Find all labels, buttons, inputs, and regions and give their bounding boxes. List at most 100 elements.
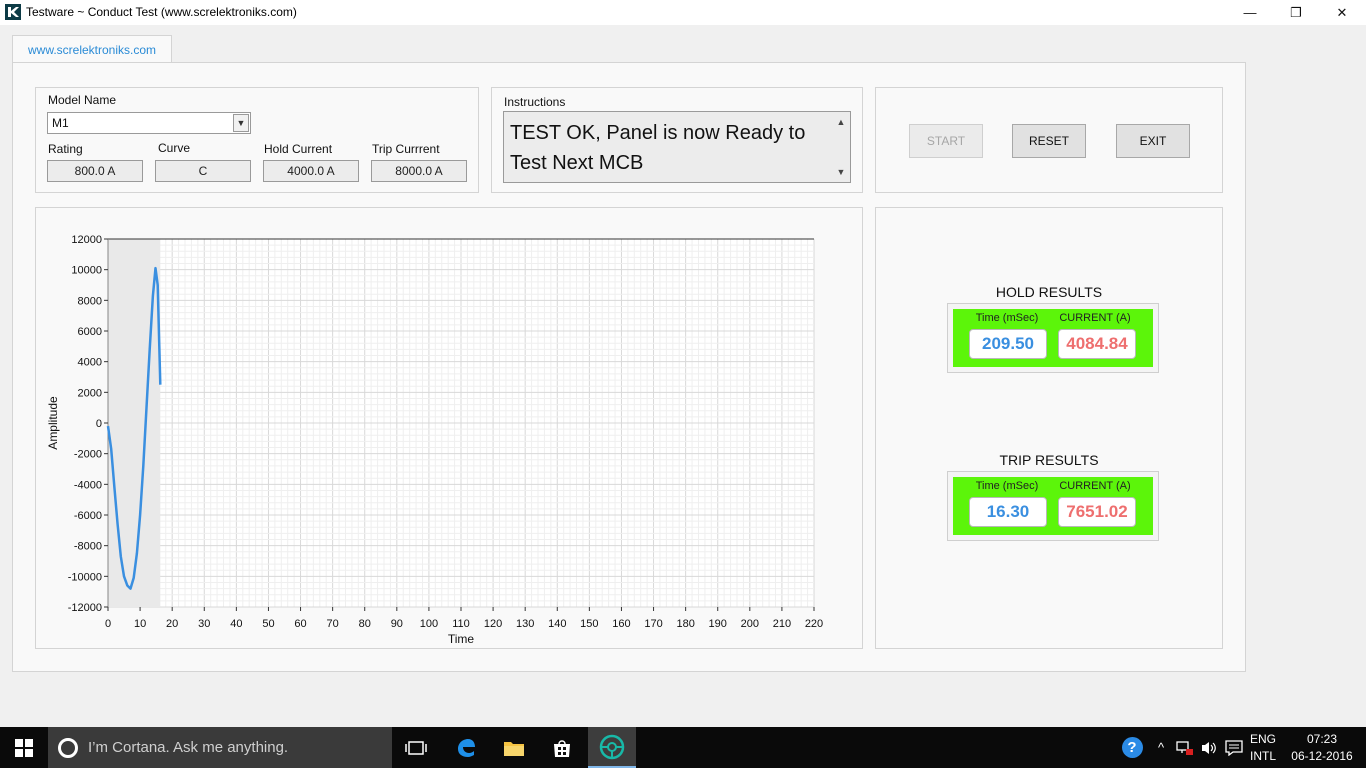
tray-chevron-icon[interactable]: ^: [1152, 727, 1170, 768]
x-tick-label: 150: [580, 618, 598, 630]
trip-current-result-label: CURRENT (A): [1059, 480, 1131, 492]
title-bar: Testware ~ Conduct Test (www.screlektron…: [0, 0, 1366, 25]
x-tick-label: 110: [452, 618, 470, 630]
trip-time-value: 16.30: [969, 497, 1047, 527]
trip-current-field: 8000.0 A: [371, 160, 467, 182]
hold-time-value: 209.50: [969, 329, 1047, 359]
y-axis-label: Amplitude: [46, 396, 60, 450]
x-tick-label: 80: [359, 618, 371, 630]
cortana-search-placeholder: I’m Cortana. Ask me anything.: [88, 739, 289, 756]
x-tick-label: 40: [230, 618, 242, 630]
task-view-icon[interactable]: [392, 727, 440, 768]
trip-time-label: Time (mSec): [975, 480, 1039, 492]
edge-browser-icon[interactable]: [442, 727, 490, 768]
y-tick-label: 6000: [78, 326, 102, 338]
waveform-chart-panel: 12000 10000 8000 6000 4000 2000 0 -2000 -4000 -60…: [35, 207, 863, 649]
exit-button[interactable]: EXIT: [1116, 124, 1190, 158]
rating-field: 800.0 A: [47, 160, 143, 182]
store-icon[interactable]: [538, 727, 586, 768]
maximize-button[interactable]: ❐: [1273, 0, 1319, 25]
y-tick-label: -4000: [74, 479, 102, 491]
hold-current-label: Hold Current: [264, 142, 333, 156]
instructions-textbox[interactable]: TEST OK, Panel is now Ready to Test Next…: [503, 111, 851, 183]
x-tick-label: 180: [676, 618, 694, 630]
file-explorer-icon[interactable]: [490, 727, 538, 768]
windows-start-icon[interactable]: [0, 727, 48, 768]
x-tick-label: 120: [484, 618, 502, 630]
trip-results-frame: Time (mSec) CURRENT (A) 16.30 7651.02: [947, 471, 1159, 541]
start-button[interactable]: START: [909, 124, 983, 158]
taskbar: I’m Cortana. Ask me anything. ? ^ ENG IN…: [0, 727, 1366, 768]
y-tick-label: -8000: [74, 541, 102, 553]
x-tick-label: 140: [548, 618, 566, 630]
x-tick-label: 30: [198, 618, 210, 630]
close-button[interactable]: ✕: [1319, 0, 1365, 25]
trip-results-title: TRIP RESULTS: [999, 452, 1099, 468]
client-area: www.screlektroniks.com Model Name M1 ▼ R…: [0, 25, 1366, 727]
instructions-group: Instructions TEST OK, Panel is now Ready…: [491, 87, 863, 193]
hold-time-label: Time (mSec): [975, 312, 1039, 324]
hold-current-value: 4084.84: [1058, 329, 1136, 359]
volume-icon[interactable]: [1198, 727, 1220, 768]
y-tick-label: -10000: [68, 571, 102, 583]
x-tick-label: 70: [327, 618, 339, 630]
y-tick-label: 10000: [71, 265, 102, 277]
scroll-down-icon[interactable]: ▼: [834, 165, 848, 179]
clock-date: 06-12-2016: [1291, 749, 1353, 763]
language-indicator[interactable]: ENG INTL: [1248, 731, 1278, 765]
instructions-label: Instructions: [504, 95, 566, 109]
x-tick-label: 220: [805, 618, 823, 630]
x-tick-label: 50: [262, 618, 274, 630]
y-tick-label: 8000: [78, 295, 102, 307]
waveform-chart: 120001000080006000400020000-2000-4000-60…: [46, 234, 823, 646]
network-icon[interactable]: [1175, 727, 1195, 768]
x-tick-label: 20: [166, 618, 178, 630]
curve-label: Curve: [158, 141, 191, 155]
x-tick-label: 60: [294, 618, 306, 630]
x-tick-label: 210: [773, 618, 791, 630]
trip-current-label: Trip Currrent: [372, 142, 440, 156]
tab-website[interactable]: www.screlektroniks.com: [12, 35, 172, 63]
y-tick-label: 12000: [71, 234, 102, 246]
hold-current-field: 4000.0 A: [263, 160, 359, 182]
reset-button[interactable]: RESET: [1012, 124, 1086, 158]
instructions-text: TEST OK, Panel is now Ready to Test Next…: [510, 122, 806, 174]
model-group: Model Name M1 ▼ Rating Curve Hold Curren…: [35, 87, 479, 193]
scroll-up-icon[interactable]: ▲: [834, 115, 848, 129]
rating-label: Rating: [48, 142, 83, 156]
trip-current-value: 7651.02: [1058, 497, 1136, 527]
x-tick-label: 160: [612, 618, 630, 630]
curve-field: C: [155, 160, 251, 182]
clock-time: 07:23: [1306, 732, 1338, 746]
y-tick-label: -12000: [68, 602, 102, 614]
x-tick-label: 10: [134, 618, 146, 630]
model-name-dropdown[interactable]: M1 ▼: [47, 112, 251, 134]
minimize-button[interactable]: —: [1227, 0, 1273, 25]
testware-app-icon[interactable]: [588, 727, 636, 768]
x-tick-label: 0: [105, 618, 111, 630]
x-tick-label: 100: [420, 618, 438, 630]
window-title: Testware ~ Conduct Test (www.screlektron…: [26, 5, 297, 19]
language-code: ENG: [1249, 732, 1276, 746]
y-tick-label: -2000: [74, 449, 102, 461]
x-tick-label: 90: [391, 618, 403, 630]
hold-results-frame: Time (mSec) CURRENT (A) 209.50 4084.84: [947, 303, 1159, 373]
x-tick-label: 130: [516, 618, 534, 630]
action-center-icon[interactable]: [1222, 727, 1246, 768]
clock[interactable]: 07:23 06-12-2016: [1284, 731, 1360, 765]
x-axis-label: Time: [448, 632, 475, 646]
app-logo-icon: [5, 4, 21, 20]
y-tick-label: -6000: [74, 510, 102, 522]
model-name-value: M1: [52, 116, 69, 130]
cortana-search-box[interactable]: I’m Cortana. Ask me anything.: [48, 727, 392, 768]
help-icon[interactable]: ?: [1120, 727, 1144, 768]
hold-results-title: HOLD RESULTS: [995, 284, 1103, 300]
tab-panel: Model Name M1 ▼ Rating Curve Hold Curren…: [12, 62, 1246, 672]
cortana-icon: [58, 738, 78, 758]
x-tick-label: 190: [709, 618, 727, 630]
action-buttons-group: START RESET EXIT: [875, 87, 1223, 193]
hold-results-panel: Time (mSec) CURRENT (A) 209.50 4084.84: [953, 309, 1153, 367]
hold-current-result-label: CURRENT (A): [1059, 312, 1131, 324]
results-group: HOLD RESULTS Time (mSec) CURRENT (A) 209…: [875, 207, 1223, 649]
chevron-down-icon[interactable]: ▼: [233, 114, 249, 132]
